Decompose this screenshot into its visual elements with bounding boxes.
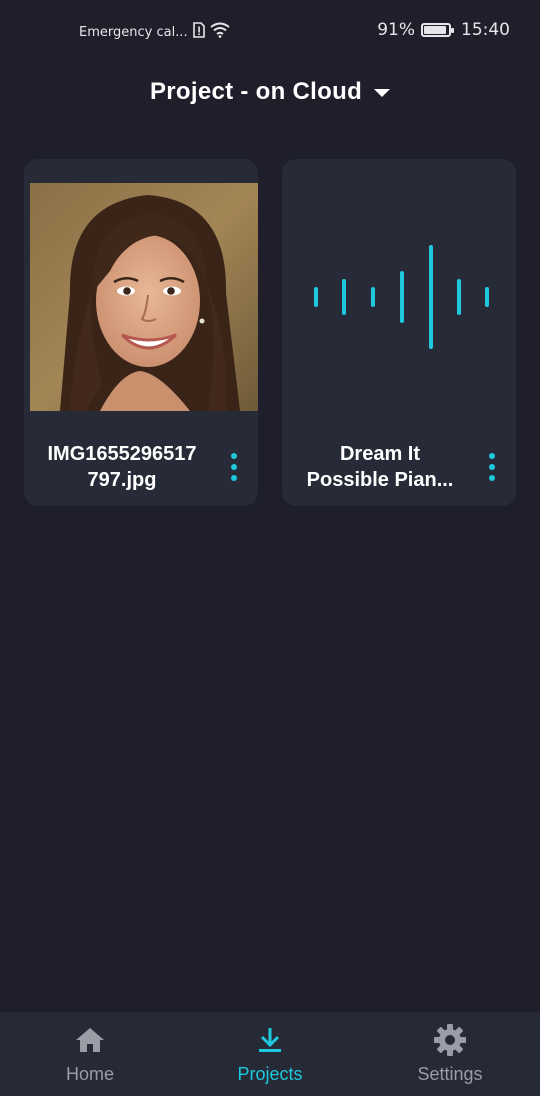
audio-waveform-icon bbox=[282, 183, 516, 411]
project-thumbnail-photo bbox=[30, 183, 258, 411]
battery-icon bbox=[421, 23, 454, 37]
project-title: IMG1655296517 797.jpg bbox=[32, 441, 212, 493]
battery-fill bbox=[424, 26, 446, 34]
nav-home-label: Home bbox=[65, 1064, 114, 1084]
project-title: Dream It Possible Pian... bbox=[290, 441, 470, 493]
home-icon bbox=[75, 1026, 105, 1058]
more-vertical-icon[interactable] bbox=[486, 453, 498, 481]
clock: 15:40 bbox=[461, 20, 510, 40]
nav-home[interactable]: Home bbox=[0, 1012, 180, 1096]
status-bar-right: 91% 15:40 bbox=[377, 20, 510, 40]
wifi-icon bbox=[209, 22, 230, 42]
page-title: Project - on Cloud bbox=[149, 78, 363, 105]
project-card-audio[interactable]: Dream It Possible Pian... bbox=[282, 159, 516, 506]
sim-alert-icon bbox=[192, 22, 206, 42]
status-bar: Emergency cal... 91% 15:40 bbox=[0, 0, 540, 62]
nav-projects-label: Projects bbox=[237, 1064, 303, 1084]
project-location-dropdown[interactable]: Project - on Cloud bbox=[0, 68, 540, 116]
caret-down-icon bbox=[374, 89, 391, 97]
status-bar-left: Emergency cal... bbox=[79, 22, 230, 42]
nav-settings[interactable]: Settings bbox=[360, 1012, 540, 1096]
battery-percent: 91% bbox=[377, 20, 415, 40]
bottom-navigation: Home Projects Settings bbox=[0, 1012, 540, 1096]
nav-settings-label: Settings bbox=[417, 1064, 483, 1084]
nav-projects[interactable]: Projects bbox=[180, 1012, 360, 1096]
download-icon bbox=[255, 1026, 285, 1058]
more-vertical-icon[interactable] bbox=[228, 453, 240, 481]
project-title-line1: Dream It bbox=[339, 443, 421, 465]
project-title-line1: IMG1655296517 bbox=[47, 443, 197, 465]
gear-icon bbox=[433, 1024, 467, 1061]
carrier-text: Emergency cal... bbox=[79, 24, 188, 40]
project-title-line2: 797.jpg bbox=[87, 469, 157, 491]
project-card-image[interactable]: IMG1655296517 797.jpg bbox=[24, 159, 258, 506]
project-title-line2: Possible Pian... bbox=[306, 469, 454, 491]
